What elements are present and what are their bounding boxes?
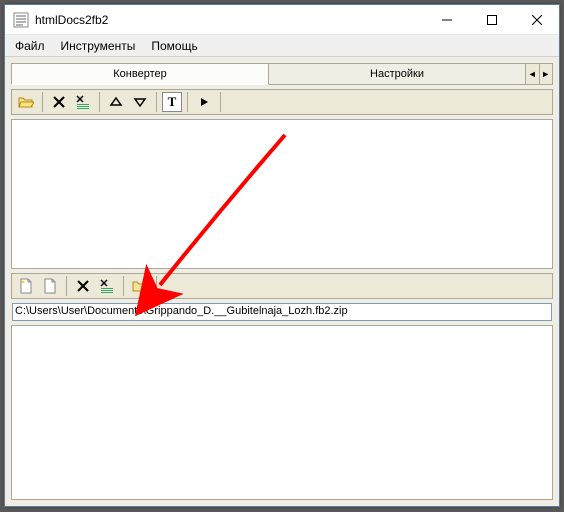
client-area: Конвертер Настройки ◄ ► — [5, 57, 559, 506]
delete-button[interactable] — [48, 91, 70, 113]
top-toolbar: T — [11, 89, 553, 115]
tab-scroll-right-icon[interactable]: ► — [540, 64, 553, 84]
clear-list-button[interactable] — [72, 91, 94, 113]
move-up-button[interactable] — [105, 91, 127, 113]
tab-converter[interactable]: Конвертер — [11, 63, 269, 85]
separator — [99, 92, 100, 112]
run-button[interactable] — [193, 91, 215, 113]
source-list-panel[interactable] — [11, 119, 553, 269]
doc-button[interactable] — [39, 275, 61, 297]
titlebar[interactable]: htmlDocs2fb2 — [5, 5, 559, 35]
window-title: htmlDocs2fb2 — [35, 13, 424, 27]
menu-help[interactable]: Помощь — [143, 37, 205, 55]
menu-file[interactable]: Файл — [7, 37, 53, 55]
menubar: Файл Инструменты Помощь — [5, 35, 559, 57]
title-button[interactable]: T — [162, 92, 182, 112]
separator — [156, 92, 157, 112]
output-panel[interactable] — [11, 325, 553, 500]
output-path-field[interactable]: C:\Users\User\Documents\Grippando_D.__Gu… — [12, 303, 552, 321]
maximize-button[interactable] — [469, 5, 514, 34]
app-window: htmlDocs2fb2 Файл Инструменты Помощь Кон… — [4, 4, 560, 507]
separator — [187, 92, 188, 112]
tab-scroll: ◄ ► — [525, 63, 553, 85]
close-button[interactable] — [514, 5, 559, 34]
move-down-button[interactable] — [129, 91, 151, 113]
tab-settings[interactable]: Настройки — [268, 63, 526, 85]
minimize-button[interactable] — [424, 5, 469, 34]
bottom-toolbar — [11, 273, 553, 299]
tabs-row: Конвертер Настройки ◄ ► — [11, 63, 553, 85]
separator — [220, 92, 221, 112]
open-folder-button[interactable] — [129, 275, 151, 297]
open-file-button[interactable] — [15, 91, 37, 113]
separator — [156, 276, 157, 296]
separator — [123, 276, 124, 296]
tab-scroll-left-icon[interactable]: ◄ — [526, 64, 540, 84]
menu-tools[interactable]: Инструменты — [53, 37, 144, 55]
new-doc-button[interactable] — [15, 275, 37, 297]
separator — [66, 276, 67, 296]
clear-output-button[interactable] — [96, 275, 118, 297]
delete-output-button[interactable] — [72, 275, 94, 297]
separator — [42, 92, 43, 112]
app-icon — [13, 12, 29, 28]
